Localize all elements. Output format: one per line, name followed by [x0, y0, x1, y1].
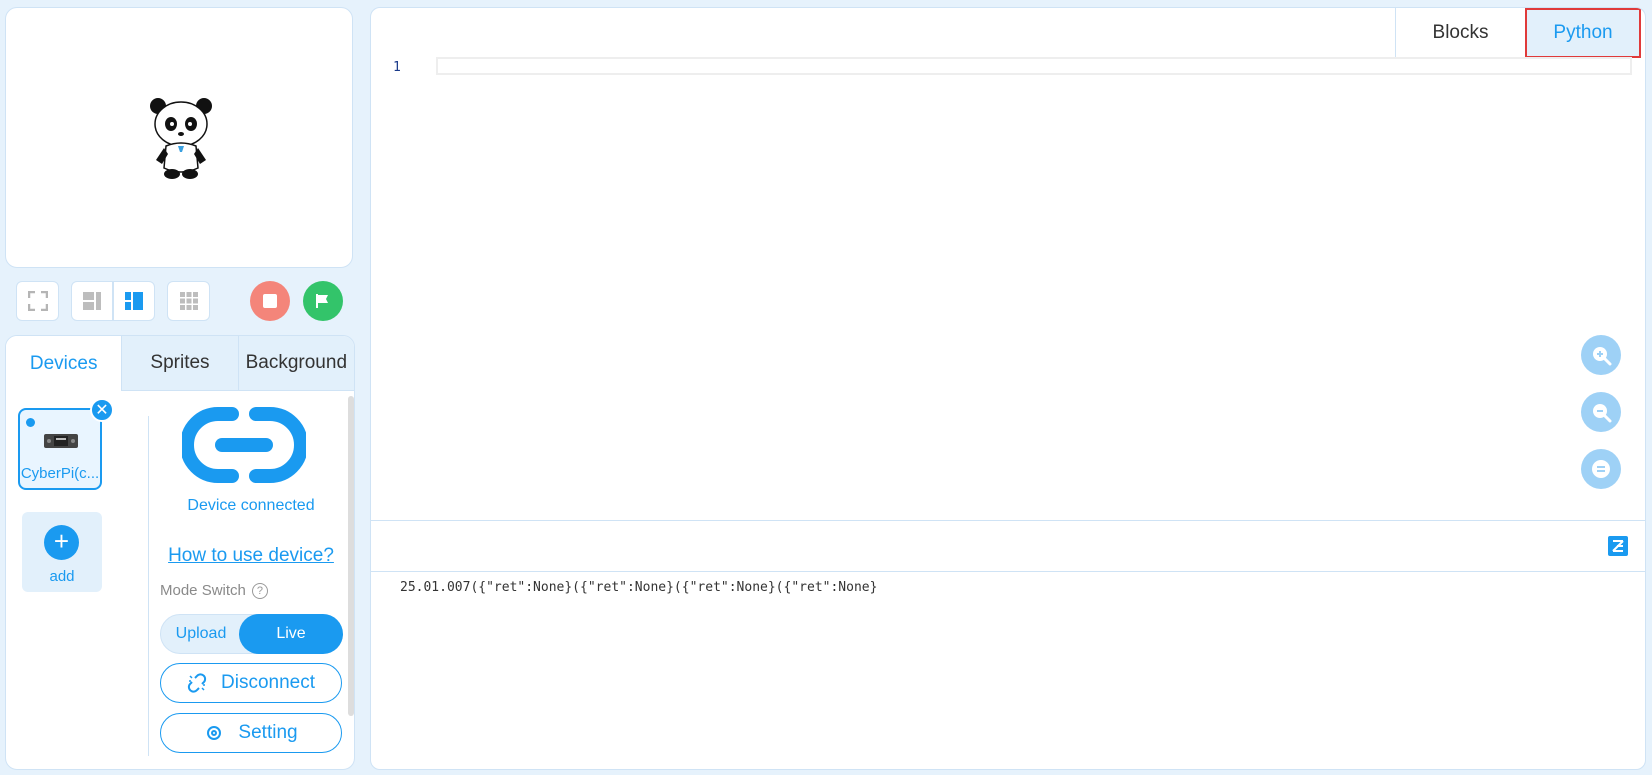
- zoom-in-icon: [1593, 347, 1612, 366]
- code-editor: Blocks Python 1 25.01.007({"ret":None}({…: [370, 7, 1646, 770]
- zoom-out-icon: [1593, 404, 1612, 423]
- fullscreen-icon: [27, 291, 48, 311]
- help-icon[interactable]: ?: [251, 582, 268, 599]
- mode-switch-label: Mode Switch ?: [160, 582, 268, 599]
- stop-button[interactable]: [250, 281, 290, 321]
- how-to-use-link[interactable]: How to use device?: [151, 545, 351, 567]
- mode-live[interactable]: Live: [239, 614, 343, 654]
- equals-icon: [1592, 460, 1610, 478]
- remove-device-button[interactable]: ✕: [90, 398, 114, 422]
- console-output: 25.01.007({"ret":None}({"ret":None}({"re…: [400, 580, 878, 595]
- setting-label: Setting: [238, 722, 298, 743]
- device-label: CyberPi(c...: [20, 465, 100, 482]
- grid-icon: [179, 292, 198, 310]
- zoom-out-button[interactable]: [1581, 392, 1621, 432]
- disconnect-label: Disconnect: [221, 672, 315, 693]
- tab-devices[interactable]: Devices: [6, 336, 122, 391]
- sprite-panel: Devices Sprites Background ✕ CyberPi(c..…: [5, 335, 355, 770]
- zoom-reset-button[interactable]: [1581, 449, 1621, 489]
- small-stage-button[interactable]: [71, 281, 113, 321]
- device-status: Device connected: [187, 497, 315, 514]
- large-stage-button[interactable]: [113, 281, 155, 321]
- link-icon: [182, 407, 306, 483]
- device-selected-dot: [26, 418, 35, 427]
- green-flag-button[interactable]: [303, 281, 343, 321]
- small-stage-icon: [83, 292, 101, 310]
- editor-mode-tabs: Blocks Python: [1395, 8, 1641, 58]
- add-device-button[interactable]: + add: [22, 512, 102, 592]
- line-number: 1: [393, 60, 401, 75]
- tab-background[interactable]: Background: [237, 336, 354, 391]
- code-line-input[interactable]: [436, 57, 1632, 75]
- disconnect-button[interactable]: Disconnect: [160, 663, 342, 703]
- panel-tabs: Devices Sprites Background: [6, 336, 354, 391]
- device-card[interactable]: ✕ CyberPi(c...: [18, 398, 114, 490]
- tab-blocks[interactable]: Blocks: [1395, 8, 1525, 58]
- divider: [148, 416, 149, 756]
- console-clear-icon[interactable]: [1607, 535, 1629, 557]
- mode-upload[interactable]: Upload: [161, 615, 241, 653]
- gear-icon: [207, 726, 222, 740]
- mode-switch-text: Mode Switch: [160, 582, 246, 599]
- console-header: [371, 520, 1645, 572]
- green-flag-icon: [316, 294, 328, 308]
- panda-sprite[interactable]: [146, 96, 216, 180]
- tab-sprites[interactable]: Sprites: [121, 336, 238, 391]
- tab-python[interactable]: Python: [1525, 8, 1641, 58]
- fullscreen-button[interactable]: [16, 281, 59, 321]
- zoom-in-button[interactable]: [1581, 335, 1621, 375]
- setting-button[interactable]: Setting: [160, 713, 342, 753]
- unlink-icon: [187, 673, 207, 693]
- add-label: add: [49, 568, 75, 585]
- stop-icon: [263, 294, 277, 308]
- plus-icon: +: [44, 525, 79, 560]
- stage: [5, 7, 353, 268]
- grid-button[interactable]: [167, 281, 210, 321]
- cyberpi-device-icon: [44, 434, 78, 448]
- mode-toggle[interactable]: Upload Live: [160, 614, 343, 654]
- large-stage-icon: [125, 292, 143, 310]
